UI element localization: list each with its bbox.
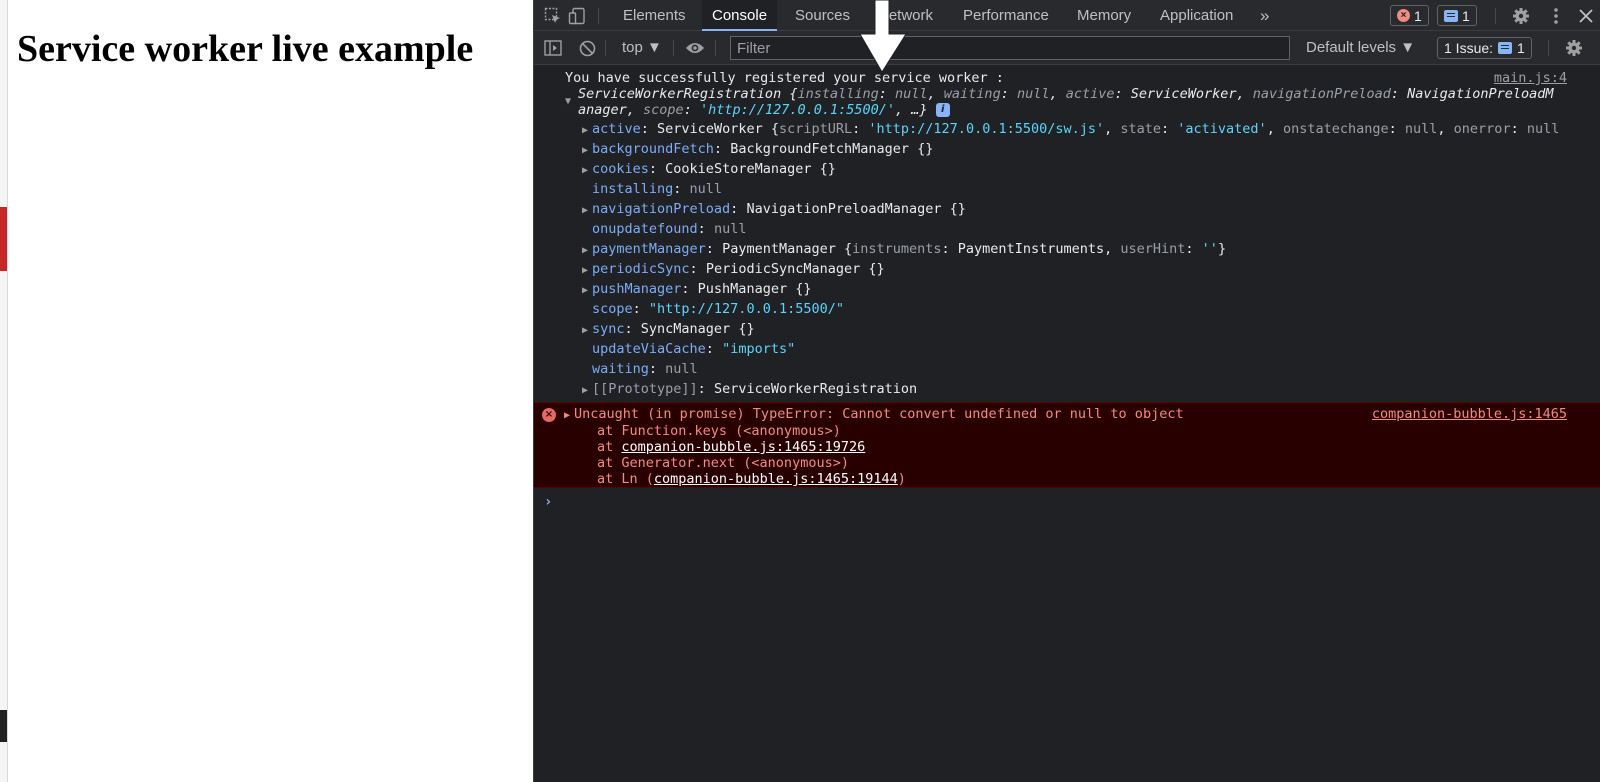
info-icon[interactable]: i bbox=[935, 103, 950, 117]
sidebar-toggle-icon[interactable] bbox=[542, 37, 564, 59]
clear-console-icon[interactable] bbox=[576, 37, 598, 59]
expand-arrow-icon: ▶ bbox=[582, 245, 589, 256]
console-output: You have successfully registered your se… bbox=[534, 66, 1600, 782]
prop-onupdatefound: onupdatefound: null bbox=[592, 221, 747, 237]
toolbar-separator bbox=[598, 8, 599, 24]
expand-arrow-icon: ▶ bbox=[582, 205, 589, 216]
prop-navigationpreload[interactable]: ▶ navigationPreload: NavigationPreloadMan… bbox=[582, 201, 966, 219]
error-message: × ▶ Uncaught (in promise) TypeError: Cann… bbox=[534, 402, 1600, 488]
expand-arrow-icon: ▶ bbox=[582, 125, 589, 136]
filter-input[interactable] bbox=[730, 36, 1290, 60]
expand-arrow-icon: ▶ bbox=[582, 385, 589, 396]
close-icon[interactable] bbox=[1575, 5, 1597, 27]
expand-arrow-icon: ▶ bbox=[582, 165, 589, 176]
tab-memory[interactable]: Memory bbox=[1067, 0, 1141, 31]
issue-icon bbox=[1498, 42, 1513, 54]
context-selector[interactable]: top ▼ bbox=[616, 37, 668, 59]
prop-installing: installing: null bbox=[592, 181, 723, 197]
stack-frame-link[interactable]: companion-bubble.js:1465:19144 bbox=[654, 471, 898, 487]
error-count-badge[interactable]: × 1 bbox=[1390, 5, 1429, 26]
eye-icon[interactable] bbox=[684, 37, 706, 59]
stack-frame-link[interactable]: companion-bubble.js:1465:19726 bbox=[621, 439, 865, 455]
console-settings-icon[interactable] bbox=[1563, 37, 1585, 59]
expand-arrow-icon: ▶ bbox=[582, 325, 589, 336]
tab-console[interactable]: Console bbox=[702, 0, 778, 31]
prop-scope: scope: "http://127.0.0.1:5500/" bbox=[592, 301, 844, 317]
prop-active[interactable]: ▶ active: ServiceWorker {scriptURL: 'http… bbox=[582, 121, 1559, 139]
toolbar-separator bbox=[1495, 8, 1496, 24]
prop-paymentmanager[interactable]: ▶ paymentManager: PaymentManager {instrum… bbox=[582, 241, 1226, 259]
partial-red-element bbox=[0, 207, 7, 271]
stack-frame: at Function.keys (<anonymous>) bbox=[597, 423, 841, 439]
inspect-element-icon[interactable] bbox=[542, 5, 564, 27]
prop-pushmanager[interactable]: ▶ pushManager: PushManager {} bbox=[582, 281, 811, 299]
tab-application[interactable]: Application bbox=[1150, 0, 1243, 31]
prop-prototype[interactable]: ▶ [[Prototype]]: ServiceWorkerRegistratio… bbox=[582, 381, 917, 399]
prop-cookies[interactable]: ▶ cookies: CookieStoreManager {} bbox=[582, 161, 836, 179]
registration-summary[interactable]: ServiceWorkerRegistration {installing: n… bbox=[578, 86, 1553, 102]
message-count-badge[interactable]: 1 bbox=[1437, 5, 1477, 26]
issues-label: 1 Issue: bbox=[1444, 40, 1494, 56]
log-levels-dropdown[interactable]: Default levels ▼ bbox=[1302, 37, 1419, 59]
prop-waiting: waiting: null bbox=[592, 361, 698, 377]
error-icon: × bbox=[1397, 9, 1410, 22]
tab-performance[interactable]: Performance bbox=[953, 0, 1059, 31]
error-count: 1 bbox=[1414, 7, 1422, 24]
prop-backgroundfetch[interactable]: ▶ backgroundFetch: BackgroundFetchManager… bbox=[582, 141, 933, 159]
toolbar-separator bbox=[1548, 40, 1549, 56]
page-viewport: Service worker live example bbox=[0, 0, 533, 782]
tab-elements[interactable]: Elements bbox=[613, 0, 696, 31]
tab-sources[interactable]: Sources bbox=[785, 0, 860, 31]
toolbar-separator bbox=[673, 40, 674, 56]
expand-arrow-icon: ▶ bbox=[582, 265, 589, 276]
console-toolbar: top ▼ Default levels ▼ 1 Issue: 1 bbox=[534, 31, 1600, 65]
prop-updateviacache: updateViaCache: "imports" bbox=[592, 341, 796, 357]
partial-dark-element bbox=[0, 710, 7, 742]
expand-arrow-icon: ▶ bbox=[582, 145, 589, 156]
log-message: You have successfully registered your se… bbox=[534, 66, 1600, 402]
log-source-link[interactable]: main.js:4 bbox=[1494, 70, 1567, 86]
device-toolbar-icon[interactable] bbox=[566, 5, 588, 27]
issues-button[interactable]: 1 Issue: 1 bbox=[1437, 37, 1532, 59]
toolbar-separator bbox=[715, 40, 716, 56]
devtools-panel: Elements Console Sources Network Perform… bbox=[533, 0, 1600, 782]
stack-frame: at Ln (companion-bubble.js:1465:19144) bbox=[597, 471, 906, 487]
error-text[interactable]: ▶ Uncaught (in promise) TypeError: Cannot… bbox=[564, 406, 1184, 424]
console-prompt[interactable]: › bbox=[544, 494, 552, 510]
devtools-tabbar: Elements Console Sources Network Perform… bbox=[534, 0, 1600, 31]
stack-frame: at Generator.next (<anonymous>) bbox=[597, 455, 849, 471]
registration-summary-cont: anager, scope: 'http://127.0.0.1:5500/',… bbox=[578, 102, 950, 118]
stack-frame: at companion-bubble.js:1465:19726 bbox=[597, 439, 866, 455]
expand-triangle-icon[interactable]: ▼ bbox=[565, 94, 571, 110]
more-tabs-button[interactable]: » bbox=[1250, 0, 1279, 31]
page-heading: Service worker live example bbox=[17, 28, 474, 70]
message-count: 1 bbox=[1462, 7, 1470, 24]
issues-count: 1 bbox=[1517, 40, 1525, 56]
log-text: You have successfully registered your se… bbox=[565, 70, 1004, 86]
toolbar-separator bbox=[605, 40, 606, 56]
prop-periodicsync[interactable]: ▶ periodicSync: PeriodicSyncManager {} bbox=[582, 261, 885, 279]
error-circle-icon: × bbox=[542, 408, 556, 422]
error-source-link[interactable]: companion-bubble.js:1465 bbox=[1372, 406, 1567, 422]
message-icon bbox=[1444, 9, 1458, 22]
partial-window-edge bbox=[0, 0, 8, 782]
annotation-arrow-icon bbox=[859, 0, 907, 73]
kebab-menu-icon[interactable] bbox=[1545, 5, 1567, 27]
expand-arrow-icon: ▶ bbox=[582, 285, 589, 296]
settings-icon[interactable] bbox=[1510, 5, 1532, 27]
expand-arrow-icon: ▶ bbox=[564, 410, 571, 421]
prop-sync[interactable]: ▶ sync: SyncManager {} bbox=[582, 321, 755, 339]
